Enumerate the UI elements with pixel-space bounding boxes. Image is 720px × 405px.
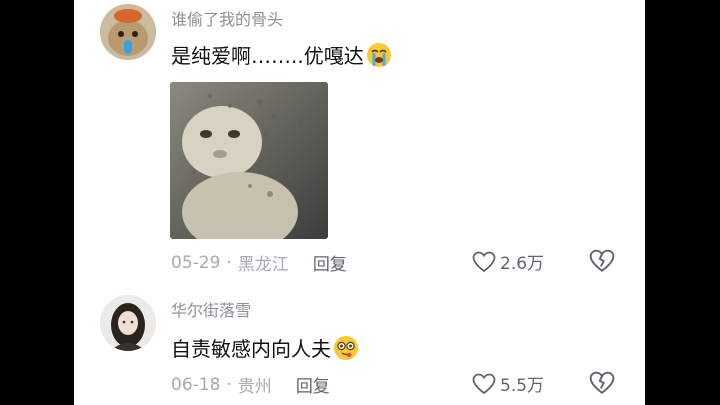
broken-heart-icon (589, 249, 615, 272)
comment-text-content: 是纯爱啊……..优嘎达 (171, 44, 364, 68)
reply-button[interactable]: 回复 (313, 250, 347, 275)
avatar[interactable] (100, 4, 156, 60)
comment-username[interactable]: 华尔街落雪 (171, 297, 251, 321)
comment-item: 谁偷了我的骨头 是纯爱啊……..优嘎达 05-29 · 黑龙江 回复 2.6万 (74, 0, 645, 285)
comment-meta: 05-29 · 黑龙江 回复 (171, 250, 347, 276)
comment-location: 贵州 (237, 377, 272, 397)
comment-date: 06-18 (171, 374, 221, 395)
reply-button[interactable]: 回复 (296, 372, 330, 397)
comment-panel: 谁偷了我的骨头 是纯爱啊……..优嘎达 05-29 · 黑龙江 回复 2.6万 … (74, 0, 645, 405)
comment-text: 自责敏感内向人夫 (171, 333, 359, 362)
comment-text-content: 自责敏感内向人夫 (171, 337, 331, 361)
like-count: 5.5万 (500, 376, 545, 396)
meta-separator: · (226, 374, 232, 395)
comment-location: 黑龙江 (237, 255, 289, 275)
heart-icon (472, 251, 496, 272)
heart-icon (472, 373, 496, 394)
like-button[interactable]: 2.6万 (472, 249, 544, 274)
comment-item: 华尔街落雪 自责敏感内向人夫 06-18 · 贵州 回复 5.5万 (74, 285, 645, 405)
dislike-button[interactable] (589, 249, 615, 277)
comment-username[interactable]: 谁偷了我的骨头 (171, 6, 283, 30)
avatar[interactable] (100, 295, 156, 351)
dislike-button[interactable] (589, 371, 615, 399)
comment-meta: 06-18 · 贵州 回复 (171, 372, 330, 398)
woozy-face-emoji-icon (333, 335, 359, 361)
comment-text: 是纯爱啊……..优嘎达 (171, 40, 392, 69)
comment-image-crying-cat[interactable] (170, 82, 328, 239)
broken-heart-icon (589, 371, 615, 394)
comment-date: 05-29 (171, 252, 221, 273)
meta-separator: · (226, 252, 232, 273)
like-button[interactable]: 5.5万 (472, 371, 544, 396)
crying-face-emoji-icon (366, 42, 392, 68)
like-count: 2.6万 (500, 254, 545, 274)
